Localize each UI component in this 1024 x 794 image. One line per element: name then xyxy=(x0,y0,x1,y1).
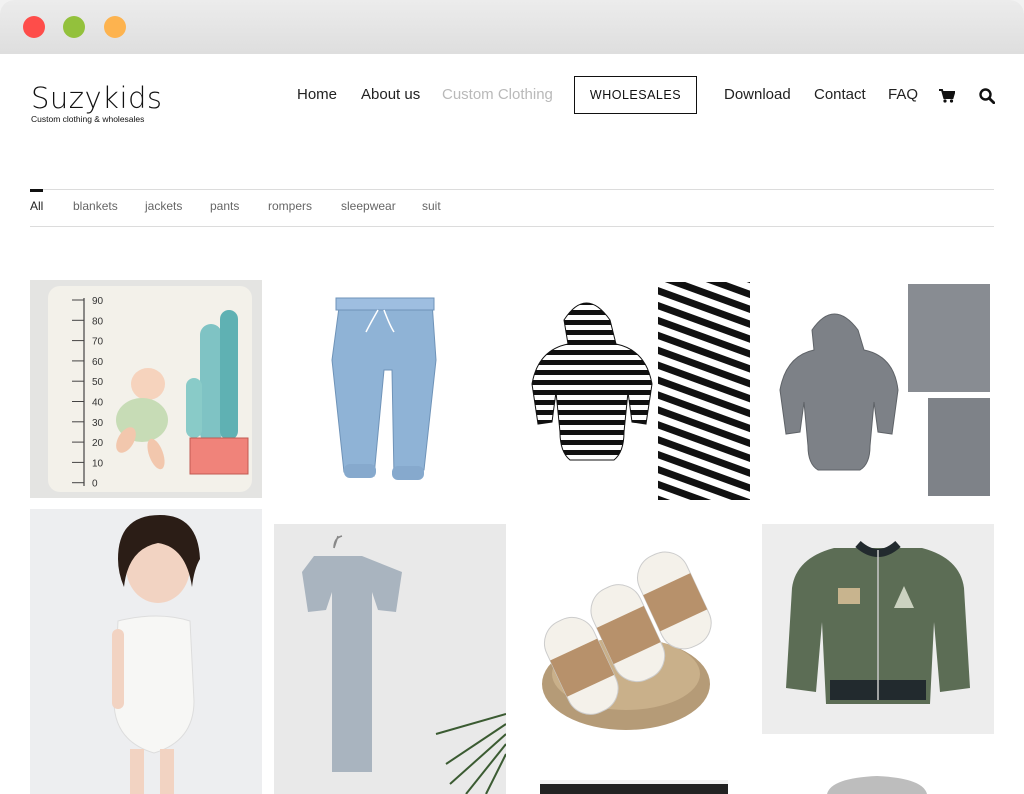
blanket-scale-label: 30 xyxy=(92,418,104,429)
filter-suit[interactable]: suit xyxy=(422,199,441,213)
blanket-scale-label: 60 xyxy=(92,357,104,368)
category-filter-bar: All blankets jackets pants rompers sleep… xyxy=(30,189,994,227)
nav-download[interactable]: Download xyxy=(724,86,791,103)
blanket-scale-label: 40 xyxy=(92,398,104,409)
active-filter-indicator xyxy=(30,189,43,192)
product-tile-grey-hoodie-romper[interactable] xyxy=(762,280,994,502)
blanket-scale-label: 0 xyxy=(92,479,98,490)
product-tile-partial-2[interactable] xyxy=(823,774,933,794)
product-tile-bomber-jacket[interactable] xyxy=(762,524,994,734)
nav-home[interactable]: Home xyxy=(297,86,337,103)
site-logo[interactable]: Suzykids Custom clothing & wholesales xyxy=(31,82,163,124)
search-icon[interactable] xyxy=(979,88,995,104)
blanket-scale-label: 50 xyxy=(92,377,104,388)
product-tile-denim-pants[interactable] xyxy=(274,280,506,512)
cart-icon[interactable] xyxy=(939,89,955,103)
window-titlebar xyxy=(0,0,1024,54)
filter-all[interactable]: All xyxy=(30,199,43,213)
product-tile-sleep-gown[interactable] xyxy=(274,524,506,794)
filter-sleepwear[interactable]: sleepwear xyxy=(341,199,396,213)
nav-faq[interactable]: FAQ xyxy=(888,86,918,103)
filter-blankets[interactable]: blankets xyxy=(73,199,118,213)
filter-rompers[interactable]: rompers xyxy=(268,199,312,213)
nav-about-us[interactable]: About us xyxy=(361,86,420,103)
nav-custom-clothing[interactable]: Custom Clothing xyxy=(442,86,553,103)
page-content: Suzykids Custom clothing & wholesales Ho… xyxy=(0,54,1024,794)
filter-pants[interactable]: pants xyxy=(210,199,239,213)
product-tile-white-bodysuit[interactable] xyxy=(30,509,262,794)
product-tile-cactus-blanket[interactable]: 90 80 70 60 50 40 30 20 10 0 xyxy=(30,280,262,498)
product-tile-swaddle-basket[interactable] xyxy=(516,524,750,749)
maximize-window-button[interactable] xyxy=(104,16,126,38)
filter-jackets[interactable]: jackets xyxy=(145,199,182,213)
close-window-button[interactable] xyxy=(23,16,45,38)
logo-tagline: Custom clothing & wholesales xyxy=(31,114,145,124)
product-tile-partial-1[interactable] xyxy=(540,780,728,794)
blanket-scale-label: 10 xyxy=(92,458,104,469)
product-tile-striped-romper[interactable] xyxy=(516,280,750,502)
nav-wholesales-button[interactable]: WHOLESALES xyxy=(574,76,697,114)
nav-contact[interactable]: Contact xyxy=(814,86,866,103)
blanket-scale-label: 70 xyxy=(92,337,104,348)
blanket-scale-label: 80 xyxy=(92,316,104,327)
minimize-window-button[interactable] xyxy=(63,16,85,38)
logo-title: Suzykids xyxy=(31,81,163,115)
blanket-scale-label: 20 xyxy=(92,438,104,449)
browser-window: Suzykids Custom clothing & wholesales Ho… xyxy=(0,0,1024,794)
blanket-scale-label: 90 xyxy=(92,296,104,307)
